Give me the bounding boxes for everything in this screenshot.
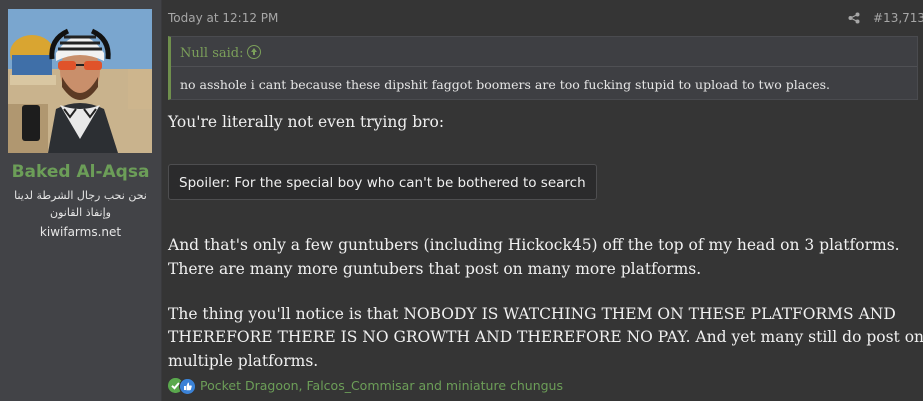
user-sidebar: Baked Al-Aqsa نحن نحب رجال الشرطة لدينا …	[0, 0, 162, 401]
forum-post: Baked Al-Aqsa نحن نحب رجال الشرطة لدينا …	[0, 0, 923, 401]
post-timestamp[interactable]: Today at 12:12 PM	[168, 11, 278, 25]
user-site-banner: kiwifarms.net	[39, 225, 122, 239]
user-title: نحن نحب رجال الشرطة لدينا وإنفاذ القانون	[14, 189, 147, 219]
avatar[interactable]	[8, 9, 152, 153]
post-text-line: THEREFORE THERE IS NO GROWTH AND THEREFO…	[168, 328, 923, 346]
quote-author[interactable]: Null said:	[180, 46, 243, 61]
arrow-up-circle-icon[interactable]	[247, 45, 262, 59]
post-text-line: There are many more guntubers that post …	[168, 260, 702, 278]
post-text-line: And that's only a few guntubers (includi…	[168, 236, 900, 254]
post-content: Today at 12:12 PM #13,713 Null said: no …	[162, 0, 923, 401]
thumbs-up-icon	[179, 378, 196, 395]
quote-header: Null said:	[180, 45, 262, 61]
quote-divider	[171, 66, 917, 67]
quote-text: no asshole i cant because these dipshit …	[180, 77, 831, 92]
username[interactable]: Baked Al-Aqsa	[0, 162, 161, 182]
post-text-line: multiple platforms.	[168, 352, 319, 370]
spoiler-button[interactable]: Spoiler: For the special boy who can't b…	[168, 164, 597, 200]
post-text-line: You're literally not even trying bro:	[168, 113, 445, 131]
share-icon[interactable]	[848, 12, 860, 24]
post-text-line: The thing you'll notice is that NOBODY I…	[168, 305, 896, 323]
avatar-image	[8, 9, 152, 153]
reaction-users[interactable]: Pocket Dragoon, Falcos_Commisar and mini…	[200, 378, 563, 393]
quote-block: Null said: no asshole i cant because the…	[168, 36, 918, 100]
post-number-link[interactable]: #13,713	[873, 11, 923, 25]
